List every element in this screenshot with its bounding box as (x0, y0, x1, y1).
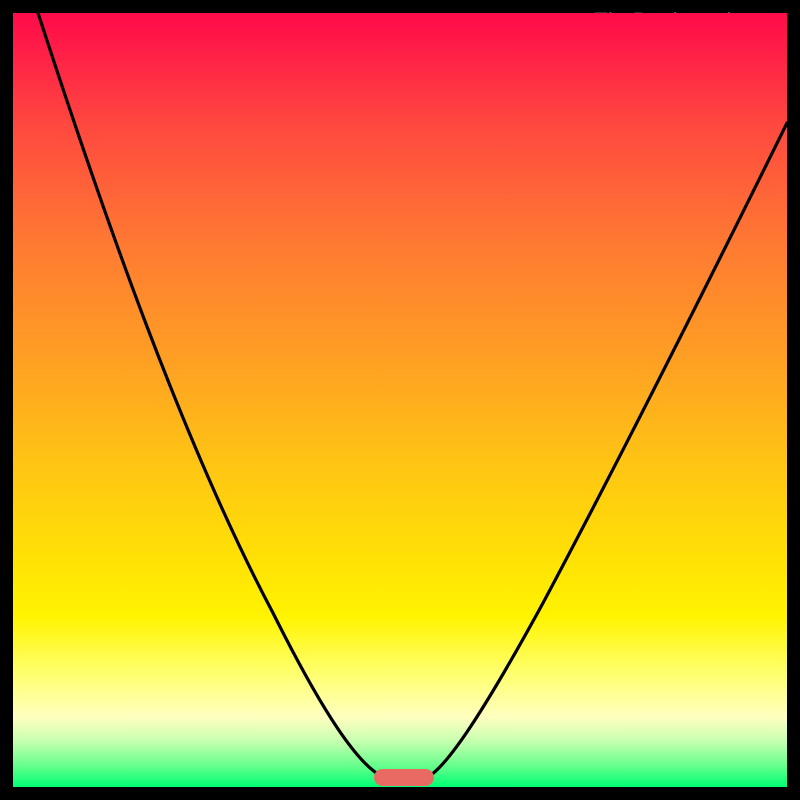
chart-curve (13, 13, 787, 787)
chart-frame (13, 13, 787, 787)
optimal-marker (374, 769, 434, 786)
bottleneck-curve-path (38, 13, 787, 777)
